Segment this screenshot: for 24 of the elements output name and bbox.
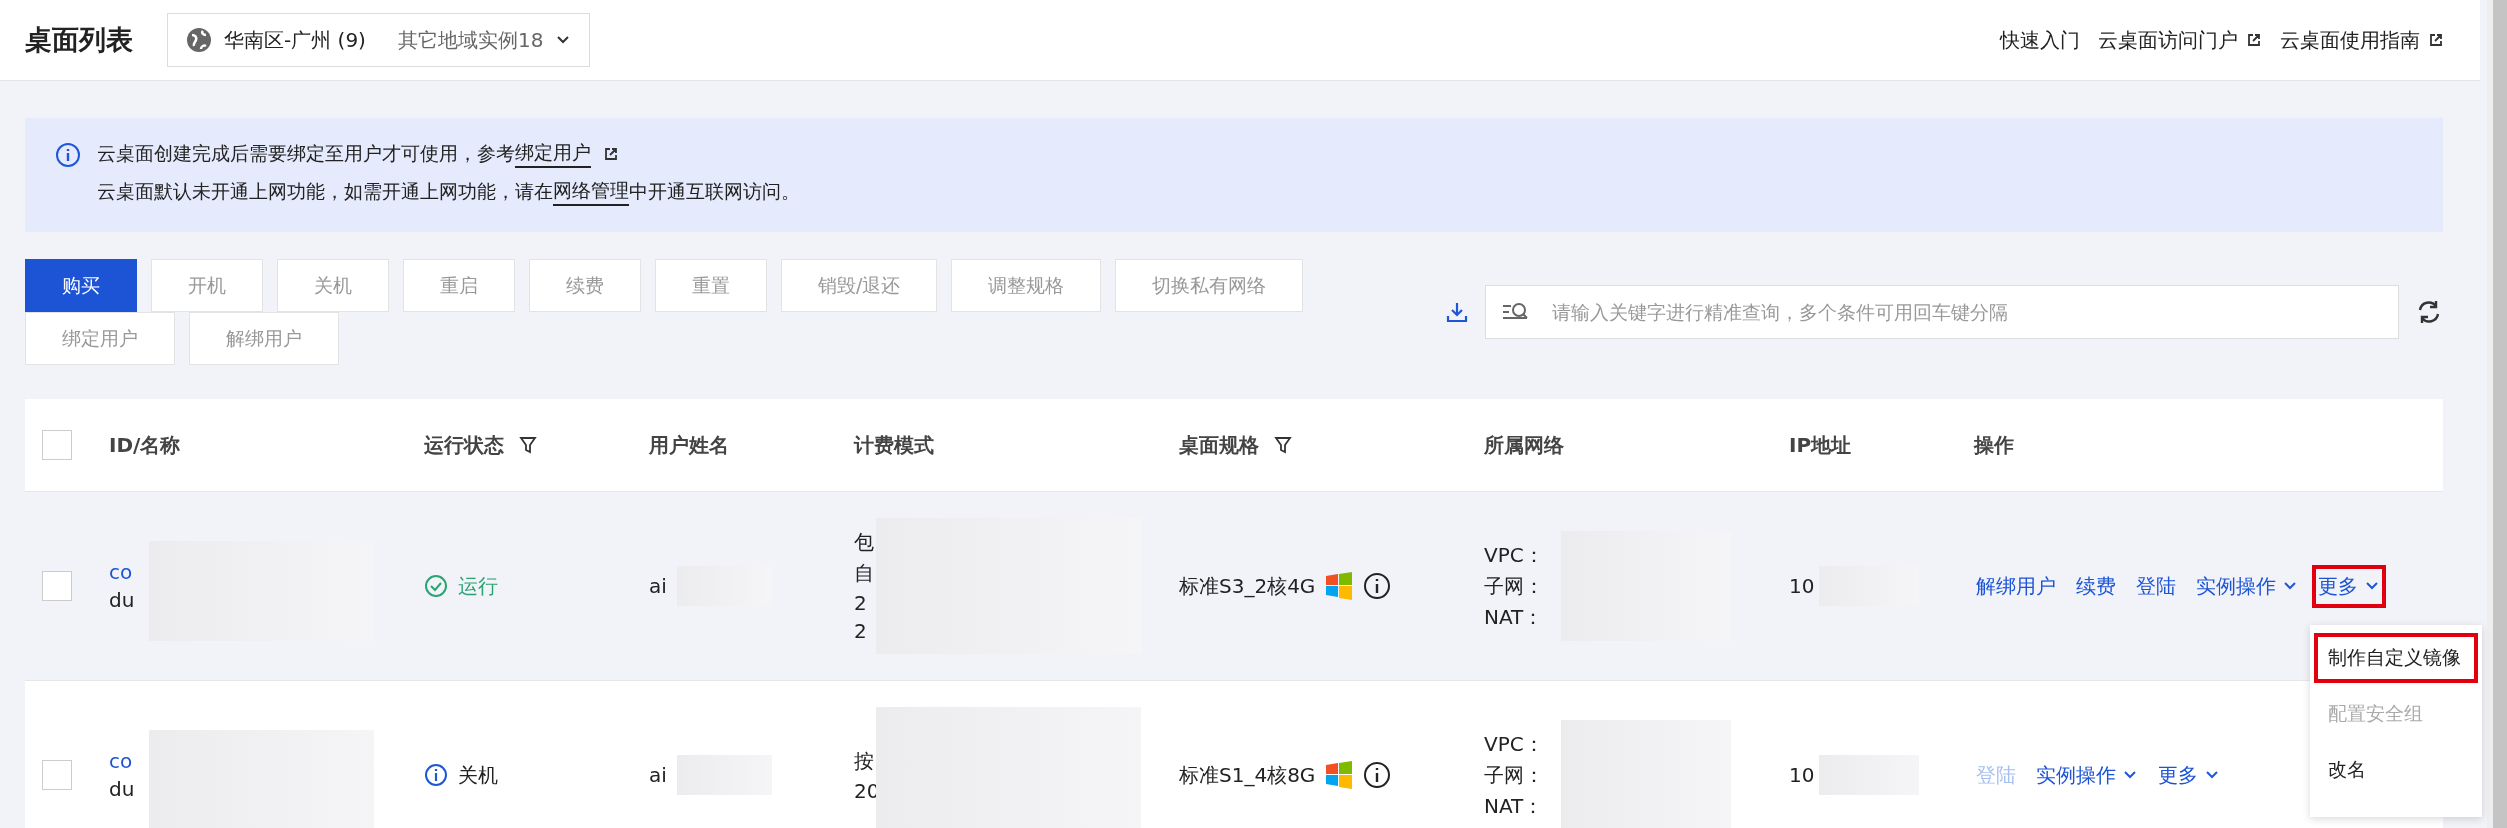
instance-name: du [109, 777, 135, 801]
ip-address: 10 [1789, 574, 1815, 598]
billing-text: 2 [854, 619, 867, 643]
billing-text: 包 [854, 529, 874, 556]
spec-text: 标准S3_2核4G [1179, 572, 1316, 600]
notice-text: 云桌面创建完成后需要绑定至用户才可使用，参考绑定用户 [97, 140, 800, 168]
billing-text: 自 [854, 560, 874, 587]
network-label: VPC： [1484, 541, 1544, 569]
user-name: ai [649, 574, 667, 598]
status-text: 关机 [458, 761, 498, 789]
notice-text: 云桌面默认未开通上网功能，如需开通上网功能，请在网络管理中开通互联网访问。 [97, 178, 800, 206]
ip-address: 10 [1789, 763, 1815, 787]
billing-text: 2 [854, 591, 867, 615]
network-label: NAT： [1484, 792, 1544, 820]
network-label: NAT： [1484, 603, 1544, 631]
spec-text: 标准S1_4核8G [1179, 761, 1316, 789]
user-name: ai [649, 763, 667, 787]
network-label: 子网： [1484, 572, 1544, 600]
billing-text: 按 [854, 747, 874, 775]
page-title: 桌面列表 [25, 23, 133, 57]
status-text: 运行 [458, 572, 498, 600]
instance-name: du [109, 588, 135, 612]
network-label: VPC： [1484, 730, 1544, 758]
network-label: 子网： [1484, 761, 1544, 789]
